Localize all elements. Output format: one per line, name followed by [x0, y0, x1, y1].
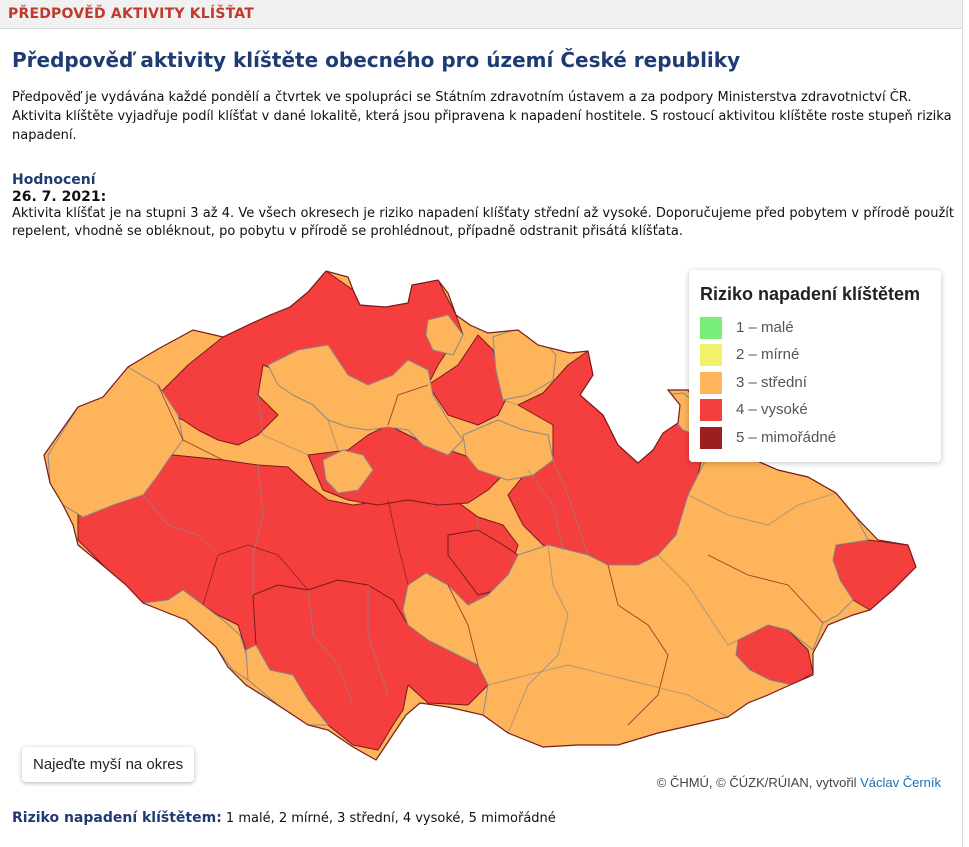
legend-swatch-medium [700, 372, 722, 394]
risk-scale-label: Riziko napadení klíštětem: [12, 810, 222, 826]
page-title: Předpověď aktivity klíštěte obecného pro… [12, 48, 741, 72]
legend-swatch-extreme [700, 427, 722, 449]
legend-label-low: 1 – malé [736, 319, 794, 336]
risk-scale-text: 1 malé, 2 mírné, 3 střední, 4 vysoké, 5 … [221, 811, 556, 826]
assessment-date: 26. 7. 2021: [12, 189, 107, 205]
legend-label-mild: 2 – mírné [736, 346, 800, 363]
legend-swatch-high [700, 399, 722, 421]
hover-hint-box: Najeďte myší na okres [22, 747, 195, 782]
legend-swatch-mild [700, 344, 722, 366]
legend-label-medium: 3 – střední [736, 374, 807, 391]
map-attribution: © ČHMÚ, © ČÚZK/RÚIAN, vytvořil Václav Če… [657, 775, 941, 790]
intro-paragraph: Předpověď je vydávána každé pondělí a čt… [12, 90, 952, 143]
assessment-heading: Hodnocení [12, 172, 96, 188]
legend-label-extreme: 5 – mimořádné [736, 429, 837, 446]
assessment-summary: Aktivita klíšťat je na stupni 3 až 4. Ve… [12, 206, 954, 239]
section-title: PŘEDPOVĚĎ AKTIVITY KLÍŠŤAT [8, 6, 254, 22]
legend-label-high: 4 – vysoké [736, 401, 808, 418]
author-link[interactable]: Václav Černík [860, 775, 941, 790]
attribution-text: © ČHMÚ, © ČÚZK/RÚIAN, vytvořil [656, 775, 861, 790]
map-legend: Riziko napadení klíštětem 1 – malé 2 – m… [689, 270, 941, 462]
legend-swatch-low [700, 317, 722, 339]
page: PŘEDPOVĚĎ AKTIVITY KLÍŠŤAT Předpověď akt… [0, 0, 963, 847]
section-header-bar: PŘEDPOVĚĎ AKTIVITY KLÍŠŤAT [0, 0, 962, 29]
risk-scale-note: Riziko napadení klíštětem: 1 malé, 2 mír… [12, 810, 556, 826]
legend-title: Riziko napadení klíštětem [700, 284, 921, 304]
